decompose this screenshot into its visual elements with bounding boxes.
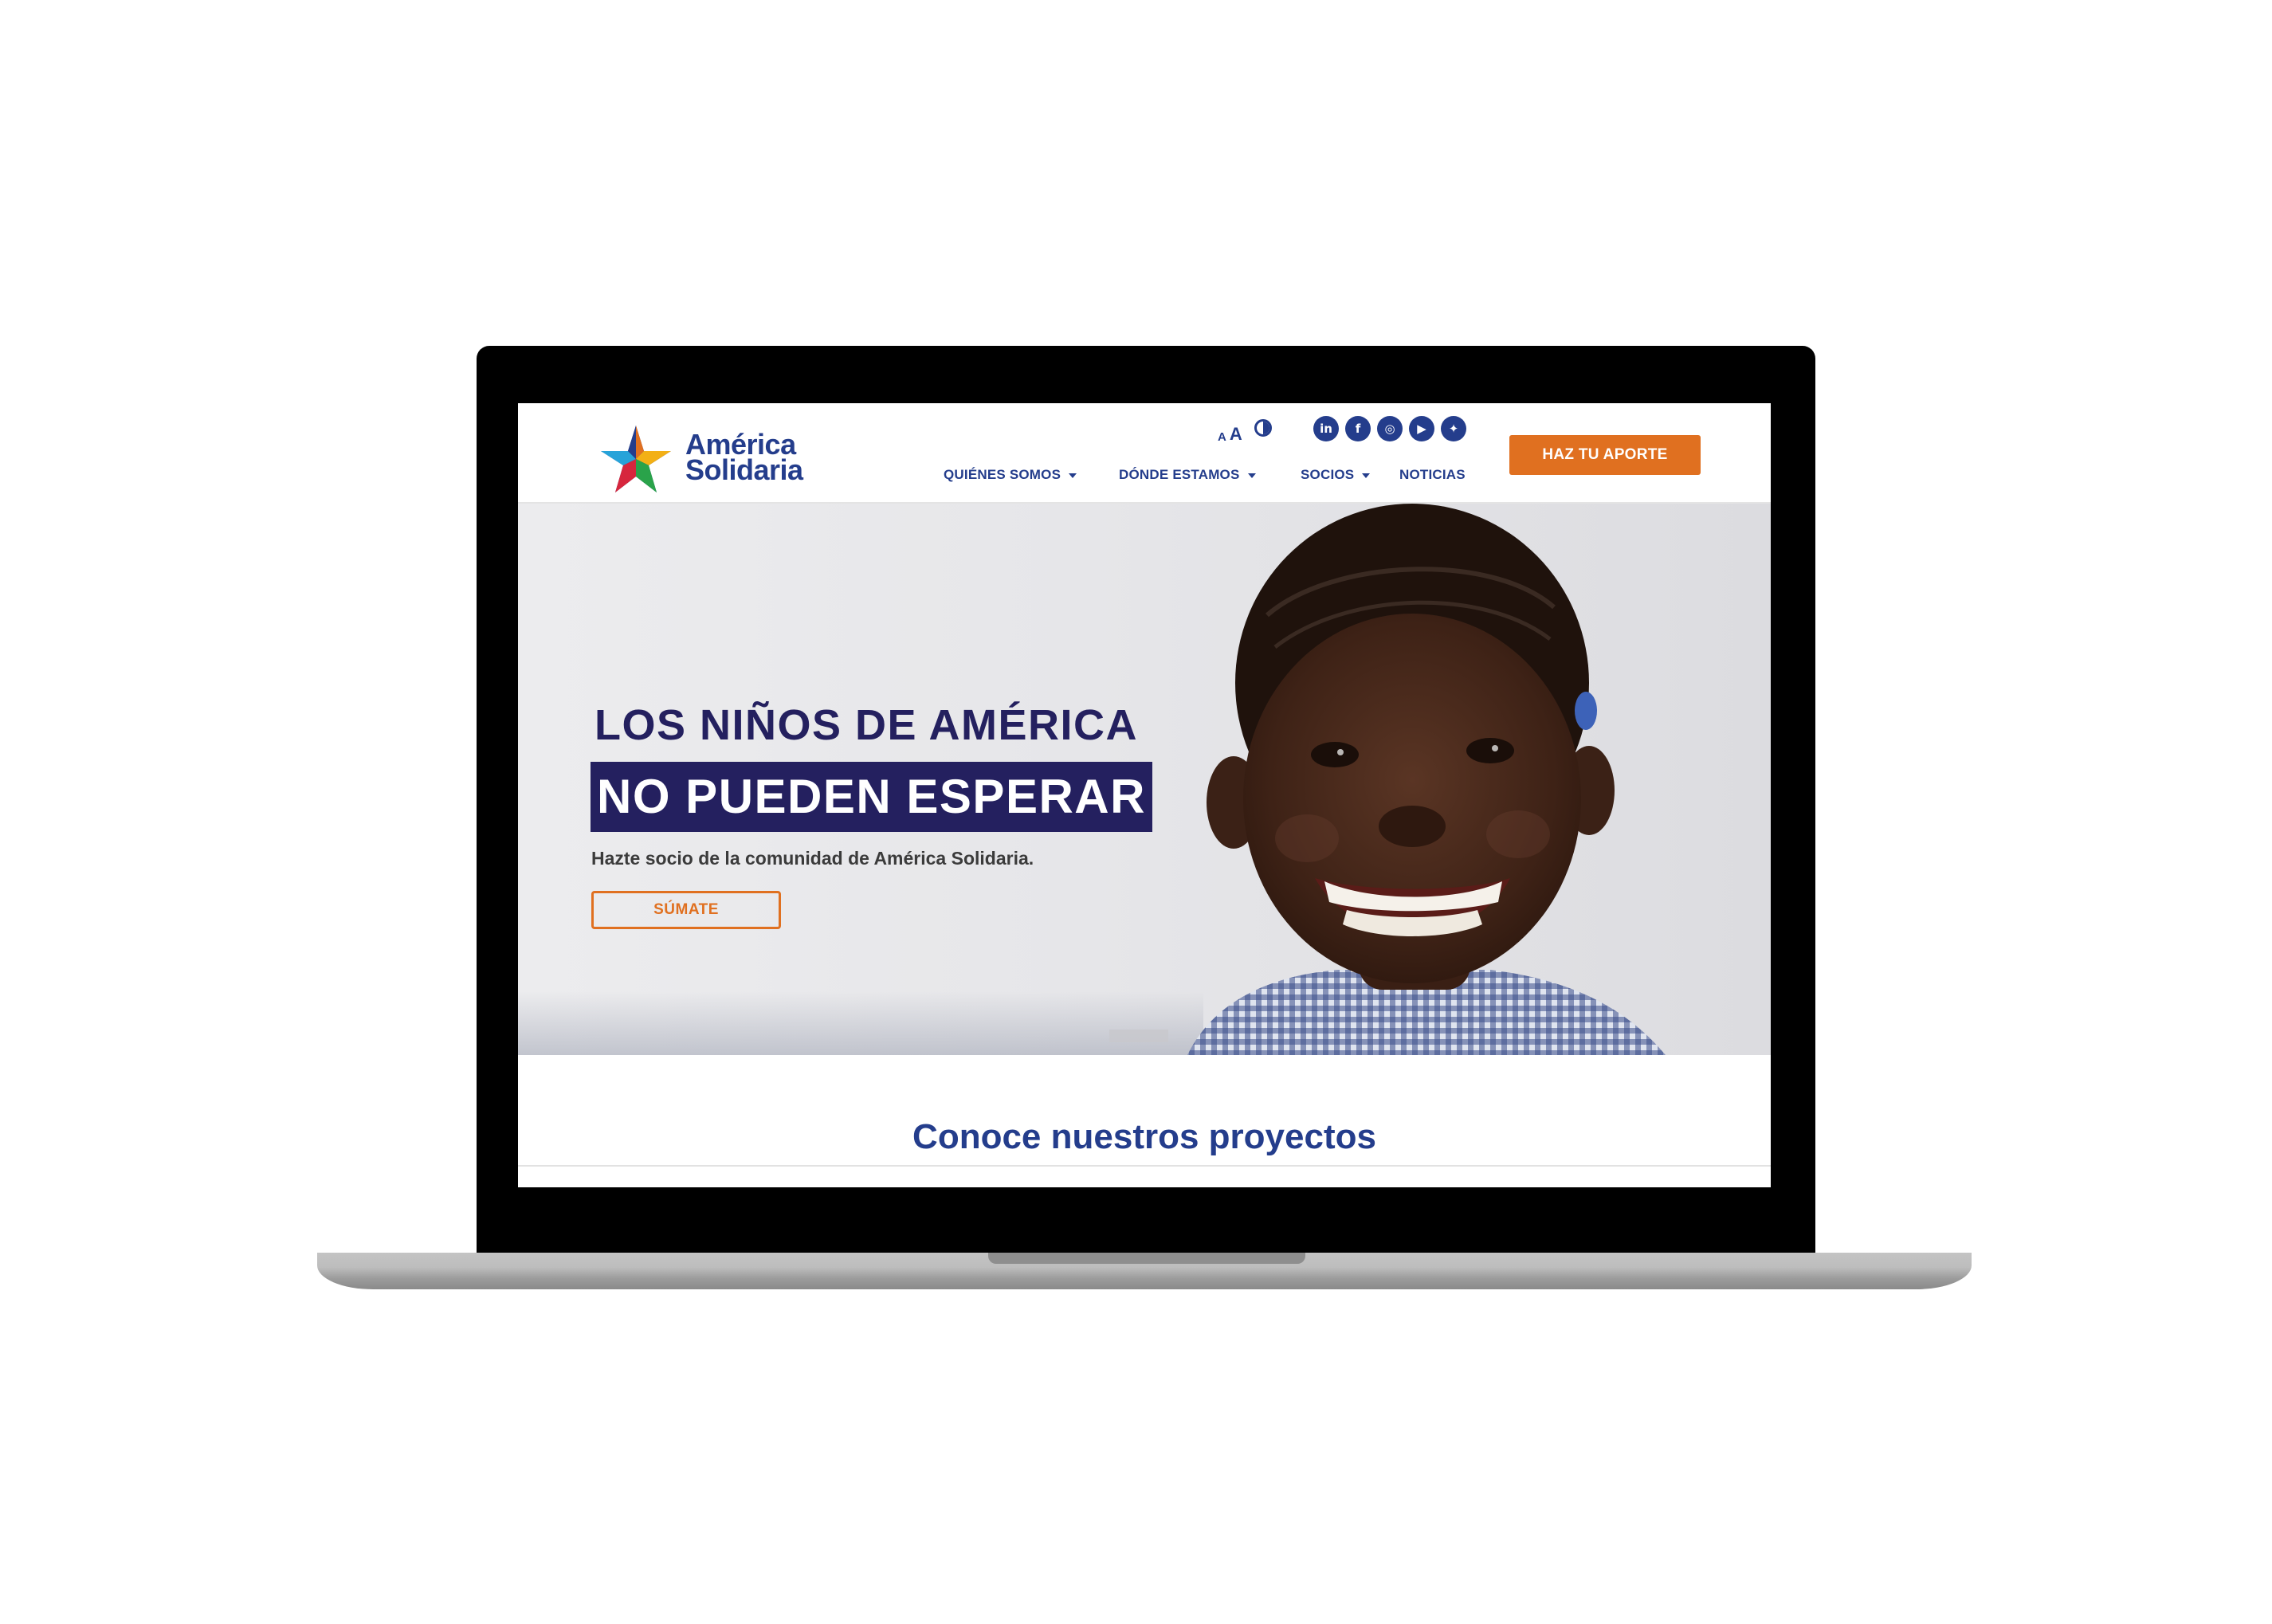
nav-item-label: DÓNDE ESTAMOS xyxy=(1119,467,1240,482)
join-button[interactable]: SÚMATE xyxy=(591,891,781,929)
social-links: in f ◎ ▶ ✦ xyxy=(1313,416,1466,441)
site-header: América Solidaria A A in f ◎ ▶ ✦ QUIÉNES… xyxy=(518,403,1771,504)
donate-button[interactable]: HAZ TU APORTE xyxy=(1509,435,1701,475)
nav-item-label: SOCIOS xyxy=(1301,467,1355,482)
font-increase-button[interactable]: A xyxy=(1230,426,1242,443)
hero-title-line1: LOS NIÑOS DE AMÉRICA xyxy=(594,701,1139,749)
hero-subtitle: Hazte socio de la comunidad de América S… xyxy=(591,848,1034,869)
nav-item-label: NOTICIAS xyxy=(1399,467,1466,482)
laptop-notch xyxy=(988,1253,1305,1264)
nav-item-noticias[interactable]: NOTICIAS xyxy=(1399,467,1466,483)
projects-section-title: Conoce nuestros proyectos xyxy=(912,1117,1376,1156)
hero-banner: LOS NIÑOS DE AMÉRICA NO PUEDEN ESPERAR H… xyxy=(518,504,1771,1055)
youtube-icon[interactable]: ▶ xyxy=(1409,416,1434,441)
instagram-icon[interactable]: ◎ xyxy=(1377,416,1403,441)
facebook-icon[interactable]: f xyxy=(1345,416,1371,441)
hero-floor-shadow xyxy=(518,991,1203,1055)
section-divider xyxy=(518,1165,1771,1167)
chevron-down-icon xyxy=(1362,473,1371,478)
hero-child-photo xyxy=(1187,504,1666,1055)
laptop-screen: América Solidaria A A in f ◎ ▶ ✦ QUIÉNES… xyxy=(518,403,1771,1187)
font-decrease-button[interactable]: A xyxy=(1218,431,1226,443)
twitter-icon[interactable]: ✦ xyxy=(1441,416,1466,441)
font-size-controls: A A xyxy=(1218,419,1242,444)
nav-item-quienes-somos[interactable]: QUIÉNES SOMOS xyxy=(944,467,1077,483)
contrast-icon[interactable] xyxy=(1254,419,1272,437)
chevron-down-icon xyxy=(1247,473,1256,478)
nav-item-label: QUIÉNES SOMOS xyxy=(944,467,1061,482)
slider-indicator[interactable] xyxy=(1109,1030,1168,1042)
nav-item-socios[interactable]: SOCIOS xyxy=(1301,467,1371,483)
chevron-down-icon xyxy=(1069,473,1077,478)
nav-item-donde-estamos[interactable]: DÓNDE ESTAMOS xyxy=(1119,467,1256,483)
hero-title-line2: NO PUEDEN ESPERAR xyxy=(591,762,1152,832)
linkedin-icon[interactable]: in xyxy=(1313,416,1339,441)
